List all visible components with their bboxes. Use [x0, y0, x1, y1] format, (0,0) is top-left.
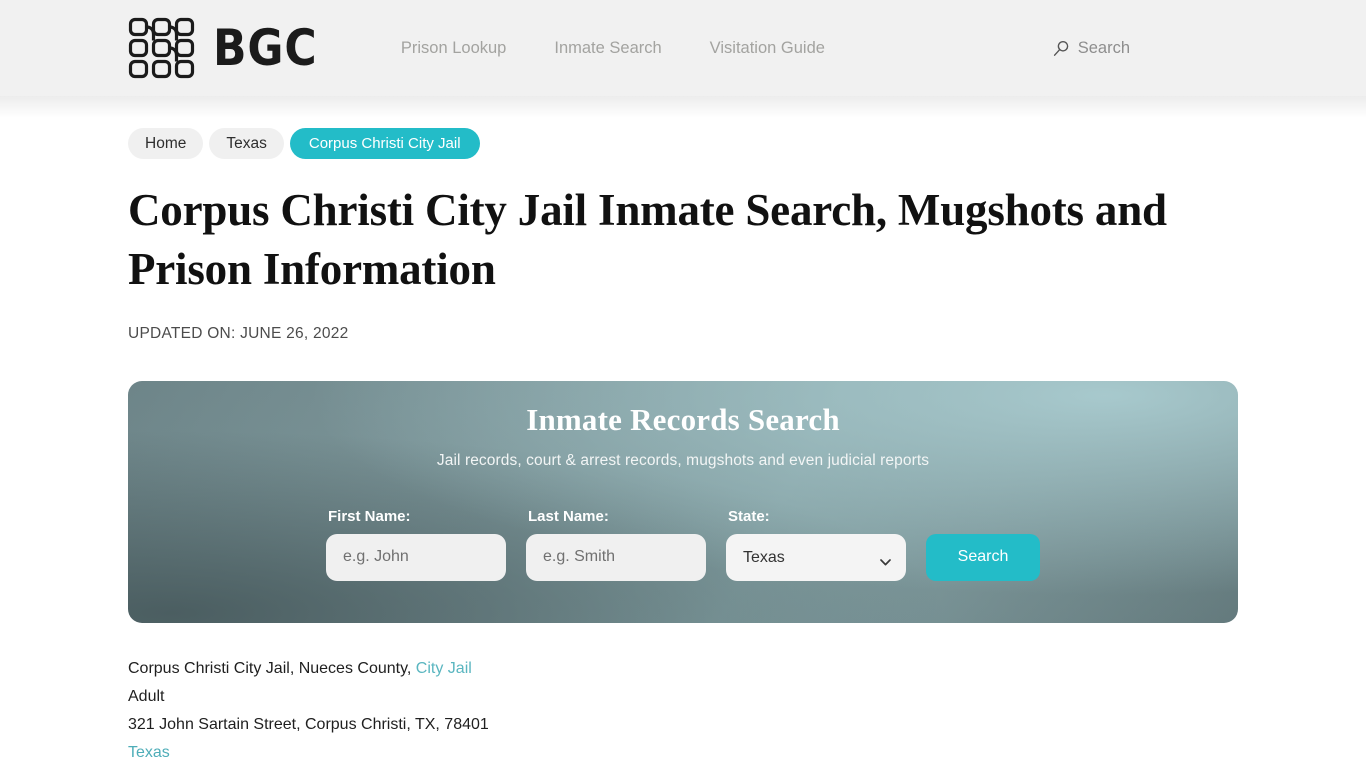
brand-logo[interactable]: BGC — [128, 17, 332, 79]
state-field-group: State: Texas — [726, 508, 906, 581]
last-name-field-group: Last Name: — [526, 508, 706, 581]
main-navigation: Prison Lookup Inmate Search Visitation G… — [377, 31, 849, 66]
facility-summary-line: Corpus Christi City Jail, Nueces County,… — [128, 655, 1238, 683]
inmate-search-form: First Name: Last Name: State: Texas — [326, 508, 1040, 581]
search-panel-title: Inmate Records Search — [526, 402, 840, 437]
page-body: Home Texas Corpus Christi City Jail Corp… — [0, 128, 1366, 768]
search-submit-button[interactable]: Search — [926, 533, 1040, 581]
first-name-label: First Name: — [328, 507, 411, 525]
facility-type-link[interactable]: City Jail — [416, 660, 472, 677]
last-name-label: Last Name: — [528, 507, 609, 525]
breadcrumb-item-home[interactable]: Home — [128, 128, 204, 159]
page-title: Corpus Christi City Jail Inmate Search, … — [128, 185, 1167, 294]
updated-on-text: UPDATED ON: JUNE 26, 2022 — [128, 325, 349, 342]
search-icon — [1053, 40, 1070, 57]
breadcrumb-item-current[interactable]: Corpus Christi City Jail — [289, 128, 480, 159]
first-name-input[interactable] — [326, 533, 506, 581]
header-search-label: Search — [1077, 38, 1130, 57]
submit-field-group: Search — [926, 508, 1040, 581]
facility-info-block: Corpus Christi City Jail, Nueces County,… — [128, 655, 1238, 768]
header-search-toggle[interactable]: Search — [1053, 39, 1130, 58]
facility-address-line: 321 John Sartain Street, Corpus Christi,… — [128, 716, 489, 733]
state-select[interactable]: Texas — [726, 533, 906, 581]
inmate-records-search-panel: Inmate Records Search Jail records, cour… — [128, 381, 1238, 623]
facility-state-link[interactable]: Texas — [128, 744, 170, 761]
facility-state-line: Texas — [128, 739, 1238, 767]
facility-population-line: Adult — [128, 688, 165, 705]
state-label: State: — [728, 507, 770, 525]
grid-blocks-logo-icon — [128, 17, 196, 79]
breadcrumb: Home Texas Corpus Christi City Jail — [128, 128, 1238, 159]
facility-name-county: Corpus Christi City Jail, Nueces County, — [128, 660, 416, 677]
brand-wordmark: BGC — [213, 19, 318, 77]
breadcrumb-item-texas[interactable]: Texas — [209, 128, 284, 159]
first-name-field-group: First Name: — [326, 508, 506, 581]
search-panel-subtitle: Jail records, court & arrest records, mu… — [436, 452, 930, 469]
nav-item-prison-lookup[interactable]: Prison Lookup — [377, 31, 531, 66]
site-header: BGC Prison Lookup Inmate Search Visitati… — [0, 0, 1366, 118]
last-name-input[interactable] — [526, 533, 706, 581]
nav-item-inmate-search[interactable]: Inmate Search — [530, 31, 685, 66]
nav-item-visitation-guide[interactable]: Visitation Guide — [686, 31, 849, 66]
